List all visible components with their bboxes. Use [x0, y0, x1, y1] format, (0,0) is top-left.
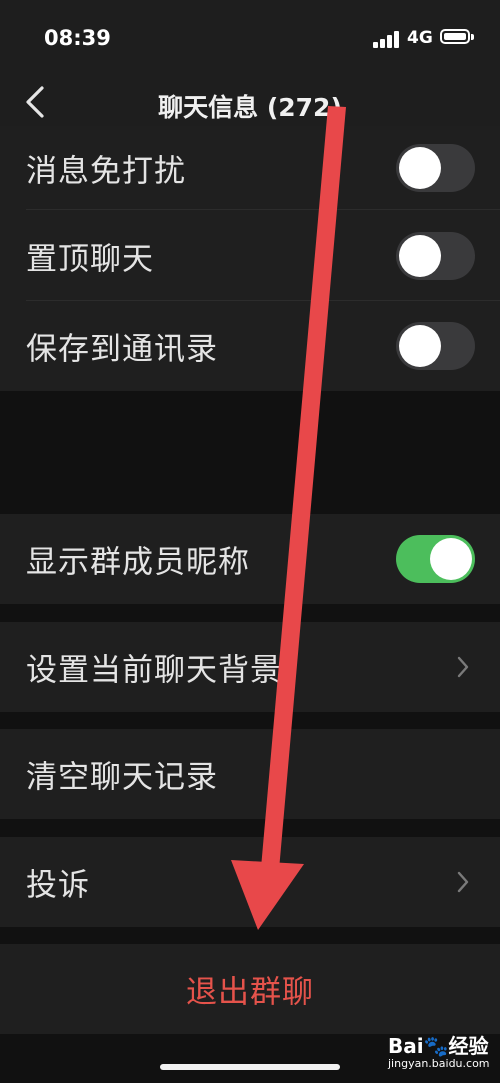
- toggle-knob: [399, 147, 441, 189]
- complaint-label: 投诉: [26, 867, 90, 904]
- save-contacts-toggle[interactable]: [396, 322, 475, 370]
- exit-group-row[interactable]: 退出群聊: [0, 944, 500, 1034]
- status-time: 08:39: [44, 26, 111, 50]
- watermark: Bai🐾经验 jingyan.baidu.com: [388, 1030, 496, 1078]
- watermark-url: jingyan.baidu.com: [388, 1057, 490, 1070]
- show-nicknames-row: 显示群成员昵称: [0, 514, 500, 604]
- toggle-knob: [399, 325, 441, 367]
- complaint-row[interactable]: 投诉: [0, 837, 500, 927]
- signal-icon: [373, 30, 403, 48]
- toggle-knob: [430, 538, 472, 580]
- pin-label: 置顶聊天: [26, 241, 154, 277]
- watermark-logo: Bai🐾经验: [388, 1034, 489, 1058]
- mute-toggle[interactable]: [396, 144, 475, 192]
- home-indicator: [160, 1064, 340, 1070]
- mute-label: 消息免打扰: [26, 153, 186, 190]
- chat-background-label: 设置当前聊天背景: [26, 652, 282, 689]
- clear-history-row[interactable]: 清空聊天记录: [0, 729, 500, 819]
- toggle-knob: [399, 234, 441, 277]
- network-type: 4G: [407, 28, 433, 48]
- battery-icon: [440, 29, 470, 44]
- battery-tip: [471, 34, 474, 40]
- nav-bar: 聊天信息 (272): [0, 80, 500, 126]
- show-nicknames-label: 显示群成员昵称: [26, 544, 250, 581]
- save-contacts-row: 保存到通讯录: [0, 301, 500, 391]
- save-contacts-label: 保存到通讯录: [26, 331, 218, 368]
- exit-group-button: 退出群聊: [186, 974, 314, 1011]
- clear-history-label: 清空聊天记录: [26, 759, 218, 796]
- chevron-right-icon: [457, 656, 469, 678]
- mute-row: 消息免打扰: [0, 126, 500, 210]
- page-title: 聊天信息 (272): [158, 93, 342, 122]
- show-nicknames-toggle[interactable]: [396, 535, 475, 583]
- pin-row: 置顶聊天: [0, 210, 500, 301]
- pin-toggle[interactable]: [396, 231, 475, 280]
- status-bar: 08:39 4G: [0, 0, 500, 80]
- chevron-right-icon: [457, 871, 469, 893]
- chat-background-row[interactable]: 设置当前聊天背景: [0, 622, 500, 712]
